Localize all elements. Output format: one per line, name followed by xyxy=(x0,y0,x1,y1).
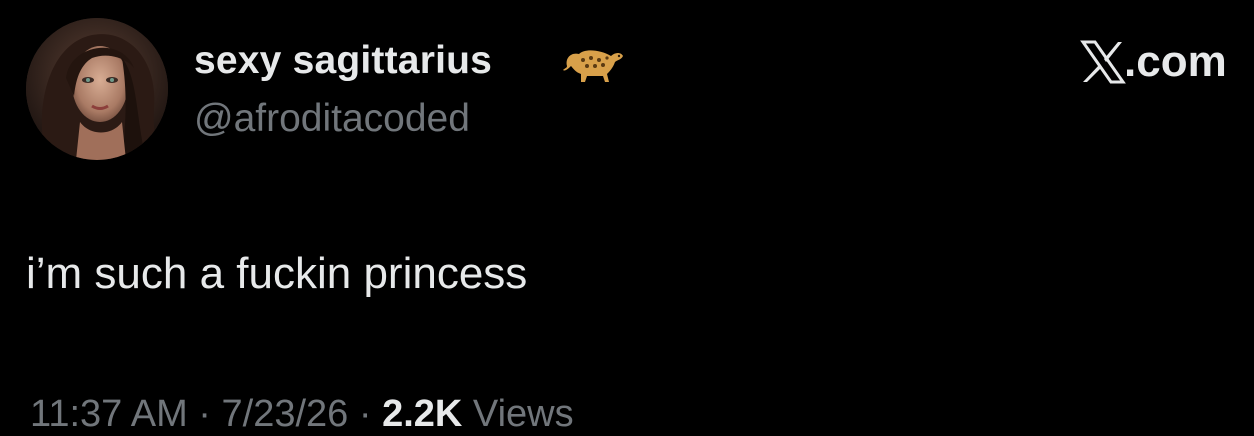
tweet-date[interactable]: 7/23/26 xyxy=(222,393,349,435)
leopard-icon xyxy=(563,50,623,82)
brand-domain: .com xyxy=(1124,37,1227,86)
tweet-text: i’m such a fuckin princess xyxy=(26,249,528,298)
tweet-card: sexy sagittarius @afroditacoded .com i’m… xyxy=(0,0,1254,435)
meta-separator: · xyxy=(348,393,383,435)
tweet-meta: 11:37 AM · 7/23/26 · 2.2K Views xyxy=(30,392,574,436)
tweet-time[interactable]: 11:37 AM xyxy=(30,393,188,435)
avatar-image xyxy=(26,18,168,160)
display-name[interactable]: sexy sagittarius xyxy=(194,38,492,84)
views-count: 2.2K xyxy=(382,393,463,435)
meta-separator: · xyxy=(187,393,222,435)
x-logo-icon xyxy=(1080,40,1126,84)
avatar[interactable] xyxy=(26,18,168,160)
views-label: Views xyxy=(462,393,574,435)
user-handle[interactable]: @afroditacoded xyxy=(194,96,470,142)
